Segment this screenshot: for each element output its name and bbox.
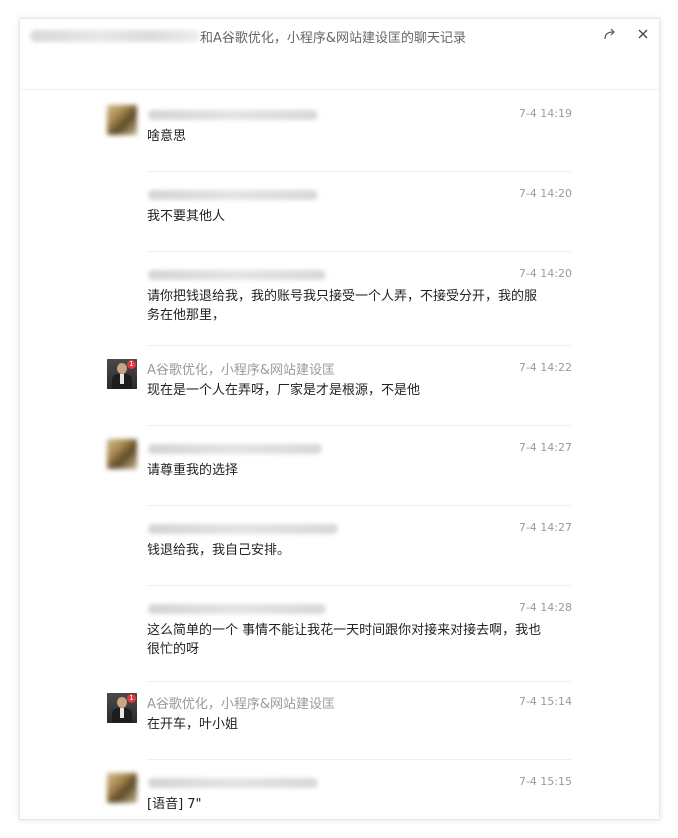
message-list[interactable]: 7-4 14:19 啥意思 7-4 14:20 我不要其他人 7-4 14:20… [20, 91, 659, 819]
message-text: 请你把钱退给我，我的账号我只接受一个人弄，不接受分开，我的服务在他那里， [147, 289, 538, 323]
divider [147, 171, 572, 172]
redacted-sender-name [148, 110, 318, 120]
chat-history-window: 和A谷歌优化，小程序&网站建设匡的聊天记录 7-4 14:19 啥意思 7-4 … [19, 18, 660, 820]
unread-badge: 1 [127, 694, 136, 703]
share-arrow-icon [604, 28, 615, 40]
message-time: 7-4 15:14 [518, 695, 572, 708]
message-text: 这么简单的一个 事情不能让我花一天时间跟你对接来对接去啊，我也很忙的呀 [147, 623, 542, 657]
sender-name: A谷歌优化，小程序&网站建设匡 [147, 697, 336, 712]
redacted-sender-name [148, 270, 326, 280]
avatar[interactable]: 1 [107, 359, 137, 389]
redacted-sender-name [148, 778, 318, 788]
close-icon [638, 29, 648, 39]
message-text: 在开车，叶小姐 [147, 717, 239, 732]
message-time: 7-4 14:27 [518, 441, 572, 454]
message-time: 7-4 15:15 [518, 775, 572, 788]
divider [147, 681, 572, 682]
divider [147, 505, 572, 506]
avatar[interactable] [107, 773, 137, 803]
divider [147, 425, 572, 426]
redacted-sender-name [148, 604, 326, 614]
message-time: 7-4 14:27 [518, 521, 572, 534]
share-button[interactable] [600, 25, 620, 43]
close-button[interactable] [633, 25, 653, 43]
message-text: 啥意思 [147, 129, 187, 144]
message-text: 现在是一个人在弄呀，厂家是才是根源，不是他 [147, 383, 421, 398]
redacted-sender-name [148, 524, 338, 534]
message-text: 我不要其他人 [147, 209, 226, 224]
divider [147, 585, 572, 586]
message-text: 请尊重我的选择 [147, 463, 239, 478]
message-time: 7-4 14:19 [518, 107, 572, 120]
unread-badge: 1 [127, 360, 136, 369]
message-time: 7-4 14:28 [518, 601, 572, 614]
avatar[interactable] [107, 105, 137, 135]
divider [147, 759, 572, 760]
divider [147, 251, 572, 252]
sender-name: A谷歌优化，小程序&网站建设匡 [147, 363, 336, 378]
message-time: 7-4 14:20 [518, 267, 572, 280]
redacted-contact-name [30, 30, 200, 42]
avatar[interactable] [107, 439, 137, 469]
message-time: 7-4 14:22 [518, 361, 572, 374]
message-time: 7-4 14:20 [518, 187, 572, 200]
avatar[interactable]: 1 [107, 693, 137, 723]
redacted-sender-name [148, 190, 318, 200]
divider [147, 345, 572, 346]
message-text: 钱退给我，我自己安排。 [147, 543, 291, 558]
voice-message[interactable]: [语音] 7" [147, 795, 547, 814]
window-title: 和A谷歌优化，小程序&网站建设匡的聊天记录 [200, 31, 467, 46]
redacted-sender-name [148, 444, 322, 454]
title-bar: 和A谷歌优化，小程序&网站建设匡的聊天记录 [20, 19, 659, 90]
